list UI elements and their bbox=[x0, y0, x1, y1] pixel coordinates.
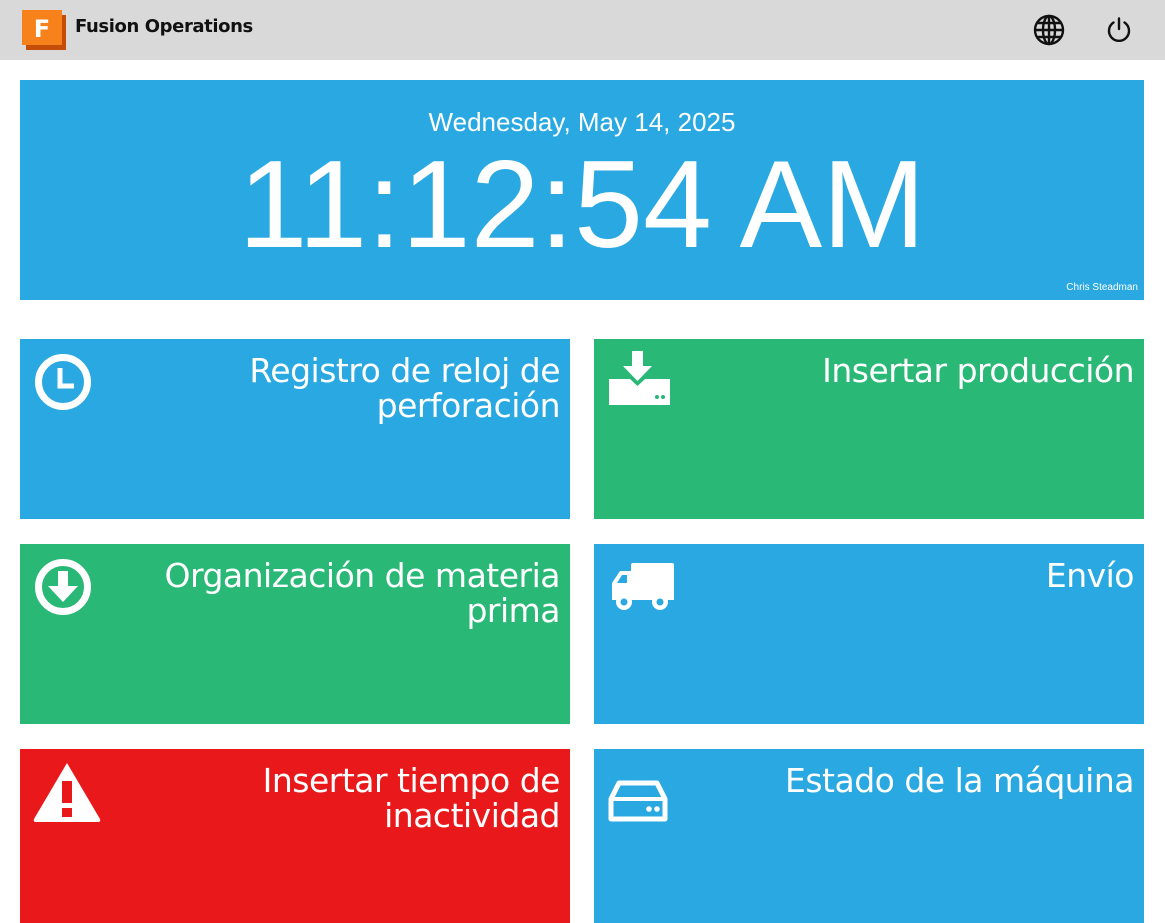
app-logo: F bbox=[22, 10, 66, 50]
tile-label: Envío bbox=[1045, 556, 1135, 595]
svg-text:F: F bbox=[34, 15, 50, 43]
power-icon bbox=[1107, 17, 1131, 43]
logout-button[interactable] bbox=[1102, 13, 1136, 47]
clock-time: 11:12:54 AM bbox=[238, 136, 926, 274]
tile-label: Estado de la máquina bbox=[785, 761, 1135, 800]
tile-label: Registro de reloj de perforación bbox=[249, 351, 560, 425]
tile-machine-status[interactable]: Estado de la máquina bbox=[594, 749, 1144, 923]
tile-raw-material-staging[interactable]: Organización de materia prima bbox=[20, 544, 570, 724]
globe-icon bbox=[1033, 14, 1065, 46]
current-user-name: Chris Steadman bbox=[1066, 282, 1138, 293]
tile-label: Insertar producción bbox=[822, 351, 1134, 390]
arrow-down-circle-icon bbox=[32, 556, 98, 622]
top-bar: F Fusion Operations bbox=[0, 0, 1165, 60]
warning-triangle-icon bbox=[32, 761, 101, 827]
tile-shipping[interactable]: Envío bbox=[594, 544, 1144, 724]
hard-drive-icon bbox=[606, 761, 672, 827]
language-button[interactable] bbox=[1032, 13, 1066, 47]
app-title: Fusion Operations bbox=[75, 16, 253, 37]
clock-date: Wednesday, May 14, 2025 bbox=[428, 107, 736, 137]
download-tray-icon bbox=[606, 351, 672, 417]
tile-punch-clock-register[interactable]: Registro de reloj de perforación bbox=[20, 339, 570, 519]
tile-insert-production[interactable]: Insertar producción bbox=[594, 339, 1144, 519]
tile-label: Insertar tiempo de inactividad bbox=[262, 761, 561, 835]
truck-icon bbox=[606, 556, 674, 622]
tile-label: Organización de materia prima bbox=[164, 556, 561, 630]
tile-insert-downtime[interactable]: Insertar tiempo de inactividad bbox=[20, 749, 570, 923]
clock-panel: Wednesday, May 14, 2025 11:12:54 AM Chri… bbox=[20, 80, 1144, 300]
clock-icon bbox=[32, 351, 98, 417]
